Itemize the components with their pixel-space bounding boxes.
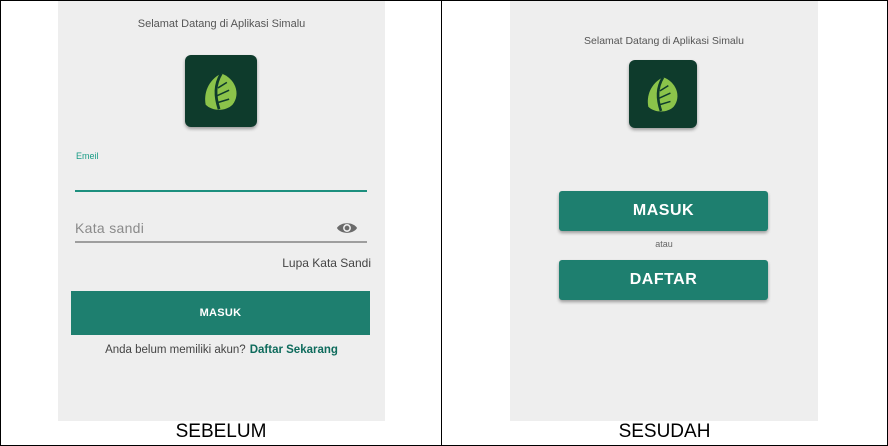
leaf-icon	[204, 72, 237, 110]
or-separator: atau	[655, 239, 673, 249]
register-link[interactable]: Daftar Sekarang	[250, 344, 338, 356]
app-logo	[629, 60, 697, 128]
welcome-text: Selamat Datang di Aplikasi Simalu	[584, 35, 744, 47]
before-screen: Selamat Datang di Aplikasi Simalu Emeil …	[58, 1, 385, 421]
forgot-password-link[interactable]: Lupa Kata Sandi	[282, 256, 371, 270]
before-caption: SEBELUM	[175, 421, 267, 442]
login-button[interactable]: MASUK	[71, 291, 370, 335]
email-field[interactable]	[75, 165, 367, 192]
register-button[interactable]: DAFTAR	[559, 260, 768, 300]
email-label: Emeil	[76, 151, 99, 161]
panel-divider	[441, 0, 442, 446]
after-screen: Selamat Datang di Aplikasi Simalu MASUK …	[510, 1, 818, 421]
no-account-text: Anda belum memiliki akun?	[105, 344, 246, 356]
login-button[interactable]: MASUK	[559, 191, 768, 231]
app-logo	[185, 55, 257, 127]
register-row: Anda belum memiliki akun? Daftar Sekarang	[58, 344, 385, 356]
welcome-text: Selamat Datang di Aplikasi Simalu	[137, 18, 306, 30]
leaf-icon	[647, 76, 678, 112]
eye-icon[interactable]	[336, 220, 358, 236]
password-field[interactable]	[75, 215, 367, 243]
after-caption: SESUDAH	[618, 421, 711, 442]
